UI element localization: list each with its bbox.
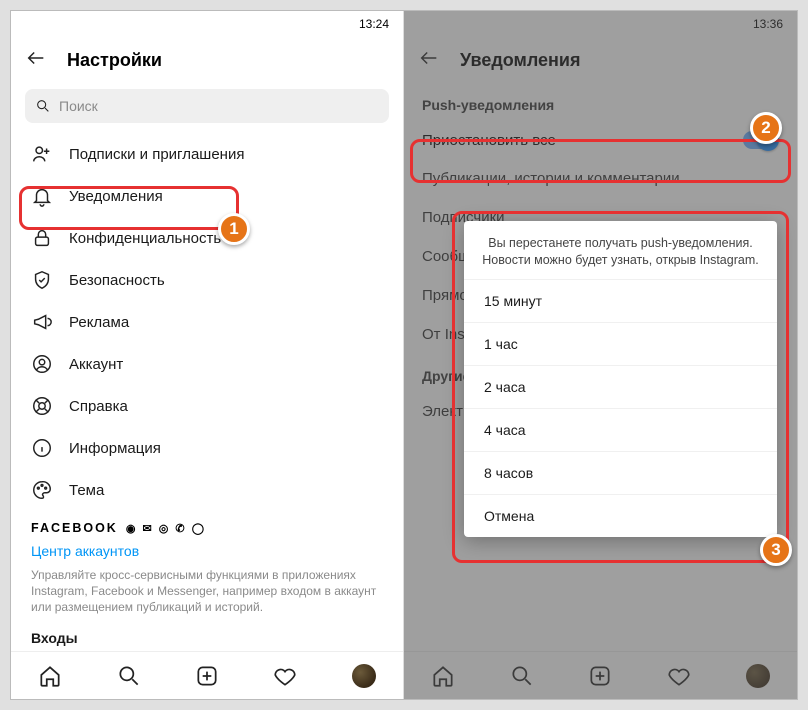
- menu-label: Конфиденциальность: [69, 230, 221, 247]
- bell-icon: [31, 185, 53, 207]
- menu-label: Безопасность: [69, 272, 165, 289]
- search-tab-icon[interactable]: [116, 663, 142, 689]
- clock: 13:24: [359, 17, 389, 31]
- dialog-cancel[interactable]: Отмена: [464, 494, 777, 537]
- menu-label: Уведомления: [69, 188, 163, 205]
- menu-item-ads[interactable]: Реклама: [11, 301, 403, 343]
- dialog-option[interactable]: 2 часа: [464, 365, 777, 408]
- dialog-option[interactable]: 1 час: [464, 322, 777, 365]
- home-icon[interactable]: [37, 663, 63, 689]
- dialog-option[interactable]: 15 минут: [464, 279, 777, 322]
- palette-icon: [31, 479, 53, 501]
- shield-icon: [31, 269, 53, 291]
- search-icon: [35, 98, 51, 114]
- bottom-tab-bar: [11, 651, 403, 699]
- menu-label: Тема: [69, 482, 104, 499]
- menu-item-security[interactable]: Безопасность: [11, 259, 403, 301]
- dialog-option[interactable]: 4 часа: [464, 408, 777, 451]
- search-placeholder: Поиск: [59, 98, 98, 114]
- menu-item-notifications[interactable]: Уведомления: [11, 175, 403, 217]
- accounts-center-link[interactable]: Центр аккаунтов: [11, 539, 403, 567]
- menu-label: Аккаунт: [69, 356, 123, 373]
- accounts-center-desc: Управляйте кросс-сервисными функциями в …: [11, 567, 403, 630]
- status-bar: 13:24: [11, 11, 403, 37]
- menu-item-help[interactable]: Справка: [11, 385, 403, 427]
- menu-label: Подписки и приглашения: [69, 146, 244, 163]
- pause-duration-dialog: Вы перестанете получать push-уведомления…: [464, 221, 777, 537]
- menu-label: Реклама: [69, 314, 129, 331]
- info-icon: [31, 437, 53, 459]
- menu-label: Справка: [69, 398, 128, 415]
- facebook-brand-label: FACEBOOK ◉ ✉ ◎ ✆ ◯: [11, 511, 403, 539]
- user-circle-icon: [31, 353, 53, 375]
- menu-item-theme[interactable]: Тема: [11, 469, 403, 511]
- profile-avatar[interactable]: [351, 663, 377, 689]
- logins-section-label: Входы: [11, 630, 403, 652]
- create-icon[interactable]: [194, 663, 220, 689]
- menu-item-about[interactable]: Информация: [11, 427, 403, 469]
- menu-item-follow-invite[interactable]: Подписки и приглашения: [11, 133, 403, 175]
- user-plus-icon: [31, 143, 53, 165]
- heart-icon[interactable]: [272, 663, 298, 689]
- lock-icon: [31, 227, 53, 249]
- megaphone-icon: [31, 311, 53, 333]
- lifebuoy-icon: [31, 395, 53, 417]
- menu-item-privacy[interactable]: Конфиденциальность: [11, 217, 403, 259]
- back-icon[interactable]: [25, 47, 47, 74]
- brand-icons: ◉ ✉ ◎ ✆ ◯: [126, 522, 206, 535]
- settings-menu: Подписки и приглашения Уведомления Конфи…: [11, 133, 403, 511]
- search-input[interactable]: Поиск: [25, 89, 389, 123]
- page-title: Настройки: [67, 50, 162, 71]
- menu-item-account[interactable]: Аккаунт: [11, 343, 403, 385]
- header: Настройки: [11, 37, 403, 83]
- dialog-message: Вы перестанете получать push-уведомления…: [464, 221, 777, 279]
- dialog-option[interactable]: 8 часов: [464, 451, 777, 494]
- menu-label: Информация: [69, 440, 161, 457]
